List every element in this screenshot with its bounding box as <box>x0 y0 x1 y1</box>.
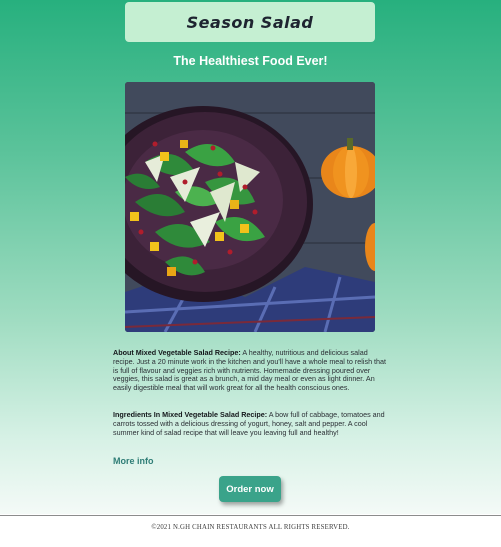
ingredients-heading: Ingredients In Mixed Vegetable Salad Rec… <box>113 410 268 419</box>
about-paragraph: About Mixed Vegetable Salad Recipe: A he… <box>113 348 389 393</box>
footer-copyright: ©2021 N.GH CHAIN RESTAURANTS ALL RIGHTS … <box>151 524 350 531</box>
order-now-button[interactable]: Order now <box>219 476 281 502</box>
site-title-banner: Season Salad <box>125 2 375 42</box>
page-tagline: The Healthiest Food Ever! <box>173 54 328 68</box>
site-title: Season Salad <box>186 12 314 32</box>
more-info-link[interactable]: More info <box>113 456 154 466</box>
footer-divider <box>0 515 501 516</box>
ingredients-paragraph: Ingredients In Mixed Vegetable Salad Rec… <box>113 410 389 437</box>
salad-image <box>125 82 375 332</box>
about-heading: About Mixed Vegetable Salad Recipe: <box>113 348 241 357</box>
salad-photo <box>125 82 375 332</box>
page-background: Season Salad The Healthiest Food Ever! A… <box>0 0 501 514</box>
